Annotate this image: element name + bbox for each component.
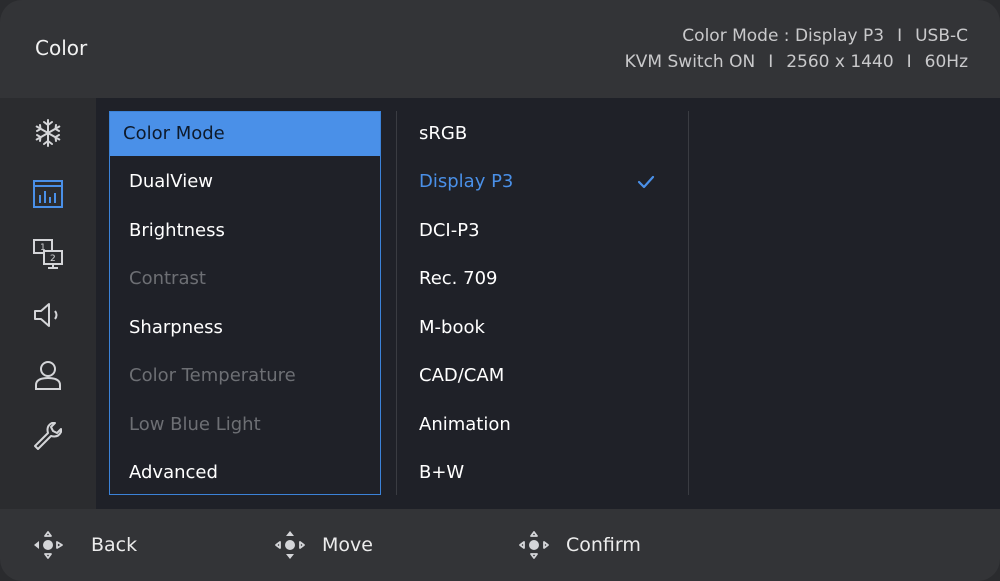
user-icon[interactable] (30, 357, 66, 393)
category-sidebar: 1 2 (0, 98, 96, 509)
checkmark-icon (634, 160, 658, 204)
menu-item-contrast: Contrast (129, 268, 206, 289)
snowflake-icon[interactable] (30, 115, 66, 151)
status-separator: I (897, 26, 903, 46)
status-color-mode: Color Mode : Display P3 (682, 26, 885, 46)
menu-item-dualview[interactable]: DualView (110, 160, 380, 204)
confirm-button[interactable]: Confirm (516, 527, 641, 563)
confirm-label: Confirm (566, 534, 641, 556)
menu-item-brightness[interactable]: Brightness (110, 209, 380, 253)
back-label: Back (91, 534, 138, 556)
option-rec-709[interactable]: Rec. 709 (419, 257, 659, 301)
color-menu: Color Mode DualView Brightness Contrast … (109, 111, 381, 495)
menu-item-low-blue-light: Low Blue Light (129, 414, 261, 435)
status-refresh-rate: 60Hz (924, 52, 968, 72)
option-dci-p3[interactable]: DCI-P3 (419, 209, 659, 253)
column-divider (396, 111, 397, 495)
joystick-updown-icon (275, 531, 305, 559)
status-line-2: KVM Switch ON I 2560 x 1440 I 60Hz (625, 49, 968, 75)
header-bar: Color Color Mode : Display P3 I USB-C KVM … (0, 0, 1000, 98)
osd-window: Color Color Mode : Display P3 I USB-C KVM … (0, 0, 1000, 581)
option-display-p3[interactable]: Display P3 (419, 160, 659, 204)
wrench-icon[interactable] (30, 418, 66, 454)
menu-item-sharpness[interactable]: Sharpness (110, 306, 380, 350)
status-kvm: KVM Switch ON (624, 52, 756, 72)
menu-item-color-temperature: Color Temperature (129, 365, 296, 386)
back-button[interactable]: Back (30, 527, 137, 563)
status-separator: I (906, 52, 912, 72)
joystick-press-icon (519, 531, 549, 559)
settings-panel: Color Mode DualView Brightness Contrast … (96, 98, 1000, 509)
option-animation[interactable]: Animation (419, 403, 659, 447)
svg-text:1: 1 (40, 243, 46, 253)
status-resolution: 2560 x 1440 (786, 52, 894, 72)
multi-display-icon[interactable]: 1 2 (30, 236, 66, 272)
column-divider (688, 111, 689, 495)
color-bars-icon[interactable] (30, 176, 66, 212)
menu-item-advanced[interactable]: Advanced (110, 451, 380, 495)
speaker-icon[interactable] (30, 297, 66, 333)
status-input: USB-C (915, 26, 968, 46)
page-title: Color (35, 36, 88, 60)
status-info: Color Mode : Display P3 I USB-C KVM Switch… (625, 23, 968, 75)
footer-bar: Back Move Confirm (0, 509, 1000, 581)
move-label: Move (322, 534, 373, 556)
move-button[interactable]: Move (272, 527, 373, 563)
menu-item-color-mode[interactable]: Color Mode (110, 112, 380, 156)
status-separator: I (768, 52, 774, 72)
option-b-w[interactable]: B+W (419, 451, 659, 495)
option-cad-cam[interactable]: CAD/CAM (419, 354, 659, 398)
option-srgb[interactable]: sRGB (419, 112, 659, 156)
option-m-book[interactable]: M-book (419, 306, 659, 350)
status-line-1: Color Mode : Display P3 I USB-C (625, 23, 968, 49)
joystick-left-icon (34, 531, 63, 559)
svg-text:2: 2 (50, 254, 56, 264)
